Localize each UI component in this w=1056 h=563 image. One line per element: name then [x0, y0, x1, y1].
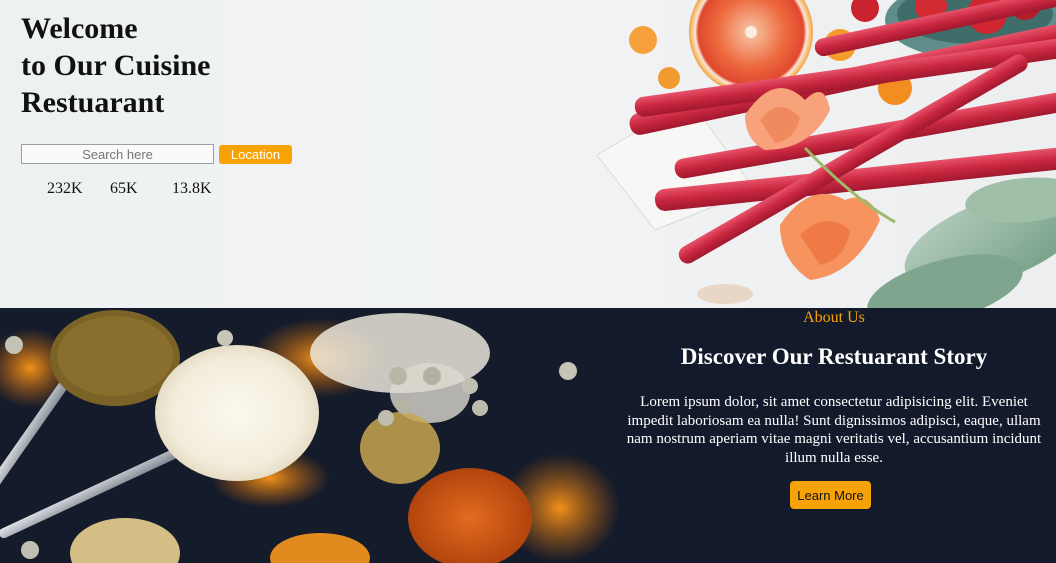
search-bar: Location: [21, 144, 292, 164]
hero-food-photo: [596, 0, 1056, 308]
hero-section: Welcome to Our Cuisine Restuarant Locati…: [0, 0, 1056, 308]
hero-title: Welcome to Our Cuisine Restuarant: [21, 10, 210, 121]
stat-value-2: 65K: [110, 180, 138, 197]
spice-photo: [0, 308, 620, 563]
location-button[interactable]: Location: [219, 144, 292, 164]
hero-title-line-2: to Our Cuisine: [21, 49, 211, 82]
learn-more-button[interactable]: Learn More: [790, 481, 871, 509]
hero-title-line-1: Welcome: [21, 12, 138, 45]
about-panel: About Us Discover Our Restuarant Story L…: [612, 308, 1056, 563]
about-heading: Discover Our Restuarant Story: [680, 344, 988, 369]
about-text: Lorem ipsum dolor, sit amet consectetur …: [626, 394, 1042, 466]
search-input[interactable]: [21, 144, 214, 164]
about-section: About Us Discover Our Restuarant Story L…: [0, 308, 1056, 563]
stat-value-1: 232K: [47, 180, 83, 197]
about-label: About Us: [803, 309, 865, 326]
hero-title-line-3: Restuarant: [21, 86, 165, 119]
stat-value-3: 13.8K: [172, 180, 212, 197]
